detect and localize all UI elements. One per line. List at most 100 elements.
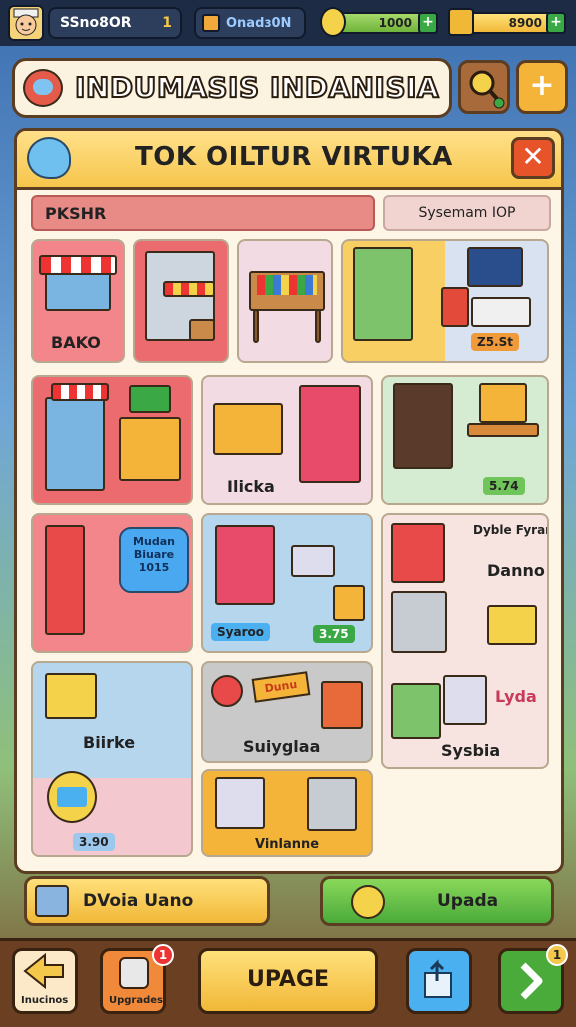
card-label: Danno — [487, 561, 545, 580]
header-banner: INDUMASIS INDANISIA — [12, 58, 452, 118]
shop-card-biirke[interactable]: Biirke 3.90 — [31, 661, 193, 857]
left-action-button[interactable]: DVoia Uano — [24, 876, 270, 926]
bench-icon — [467, 423, 539, 437]
tab-pkshr[interactable]: PKSHR — [31, 195, 375, 231]
left-action-label: DVoia Uano — [83, 891, 194, 911]
add-button[interactable]: + — [516, 60, 568, 114]
card-label: Ilicka — [227, 477, 275, 496]
add-coins-button[interactable]: + — [418, 12, 438, 34]
robot-icon — [119, 957, 149, 989]
currency-label: Onadɜ0N — [226, 15, 292, 31]
right-action-label: Upada — [437, 891, 499, 911]
cabinet-icon — [393, 383, 453, 469]
package-icon — [391, 523, 445, 583]
search-button[interactable] — [458, 60, 510, 114]
page-title: INDUMASIS INDANISIA — [74, 70, 440, 105]
cart-icon — [487, 605, 537, 645]
card-label: Vinlanne — [255, 837, 320, 852]
card-label: Biirke — [83, 733, 136, 752]
veggie-crate-icon — [391, 683, 441, 739]
currency-pill: Onadɜ0N — [194, 7, 306, 39]
player-avatar[interactable] — [8, 5, 44, 41]
coin-icon — [351, 885, 385, 919]
shop-card-ilicka[interactable]: Ilicka — [201, 375, 373, 505]
player-name: SSno8OR — [60, 15, 132, 31]
share-icon — [424, 959, 452, 998]
cart-icon — [443, 675, 487, 725]
chest-icon — [202, 14, 220, 32]
table-leg — [253, 309, 259, 343]
awning-icon — [51, 383, 109, 401]
tomato-icon — [211, 675, 243, 707]
shop-card-market-stall[interactable] — [31, 375, 193, 505]
shelf-icon — [45, 397, 105, 491]
card-tag: Syaroo — [211, 623, 270, 641]
player-level: 1 — [162, 15, 172, 31]
counter-icon — [119, 417, 181, 481]
atm-icon — [45, 525, 85, 635]
fruit-cart-icon — [213, 403, 283, 455]
coins-value: 1000 — [378, 16, 412, 30]
shop-card-atm[interactable]: Mudan Biuare 1015 — [31, 513, 193, 653]
trashbin-icon — [441, 287, 469, 327]
cart-icon — [291, 545, 335, 577]
card-price: Z5.St — [471, 333, 519, 351]
box-icon — [35, 885, 69, 917]
info-bubble: Mudan Biuare 1015 — [119, 527, 189, 593]
sign-icon — [129, 385, 171, 413]
card-payment-icon — [47, 771, 97, 823]
upgrade-button[interactable]: UPAGE — [198, 948, 378, 1014]
produce-icon — [257, 275, 317, 295]
card-label: Suiyglaa — [243, 737, 321, 756]
nav-upgrades-label: Upgrades — [109, 995, 164, 1006]
gold-value: 8900 — [508, 16, 542, 30]
board-icon — [479, 383, 527, 423]
panel-header: TOK OILTUR VIRTUKA ✕ — [17, 131, 561, 190]
desk-icon — [471, 297, 531, 327]
price-sign: Dunu — [251, 671, 311, 703]
tab-sysemam[interactable]: Sysemam IOP — [383, 195, 551, 231]
panel-title: TOK OILTUR VIRTUKA — [135, 142, 453, 172]
card-price: 3.90 — [73, 833, 115, 851]
shop-card-suiyglaa[interactable]: Dunu Suiyglaa — [201, 661, 373, 763]
card-price: 5.74 — [483, 477, 525, 495]
close-button[interactable]: ✕ — [511, 137, 555, 179]
shop-card-vinlanne[interactable]: Vinlanne — [201, 769, 373, 857]
shop-card-kiosk[interactable] — [133, 239, 229, 363]
shop-card-bako[interactable]: BAKO — [31, 239, 125, 363]
vending-icon — [353, 247, 413, 341]
shop-card-electronics[interactable]: Z5.St — [341, 239, 549, 363]
card-price: 3.75 — [313, 625, 355, 643]
next-badge: 1 — [546, 944, 568, 966]
card-label: BAKO — [51, 333, 101, 352]
player-name-pill: SSno8OR 1 — [48, 7, 182, 39]
card-tag: Lyda — [495, 687, 537, 706]
shop-card-furniture[interactable]: 5.74 — [381, 375, 549, 505]
shop-card-dyble-fyran[interactable]: Dyble Fyran Danno Lyda Sysbia — [381, 513, 549, 769]
crate-icon — [321, 681, 363, 729]
awning-icon — [39, 255, 117, 275]
awning-icon — [163, 281, 215, 297]
chat-icon — [23, 69, 63, 107]
right-action-button[interactable]: Upada — [320, 876, 554, 926]
nav-back-button[interactable]: Inucinos — [12, 948, 78, 1014]
box-icon — [189, 319, 215, 341]
shelf-icon — [299, 385, 361, 483]
cart-icon — [45, 673, 97, 719]
table-leg — [315, 309, 321, 343]
shop-panel: TOK OILTUR VIRTUKA ✕ PKSHR Sysemam IOP B… — [14, 128, 564, 874]
nav-share-button[interactable] — [406, 948, 472, 1014]
card-label-secondary: Sysbia — [441, 741, 501, 760]
magnifier-icon — [469, 70, 505, 109]
coin-icon — [320, 7, 346, 37]
speech-bubble-icon — [27, 137, 71, 179]
cage-icon — [307, 777, 357, 831]
add-gold-button[interactable]: + — [546, 12, 566, 34]
shop-card-table[interactable] — [237, 239, 333, 363]
shop-card-syaroo[interactable]: Syaroo 3.75 — [201, 513, 373, 653]
gold-bars-icon — [448, 8, 474, 36]
upgrades-badge: 1 — [152, 944, 174, 966]
booth-icon — [215, 525, 275, 605]
player-face-icon — [13, 8, 39, 36]
nav-back-label: Inucinos — [21, 995, 69, 1006]
